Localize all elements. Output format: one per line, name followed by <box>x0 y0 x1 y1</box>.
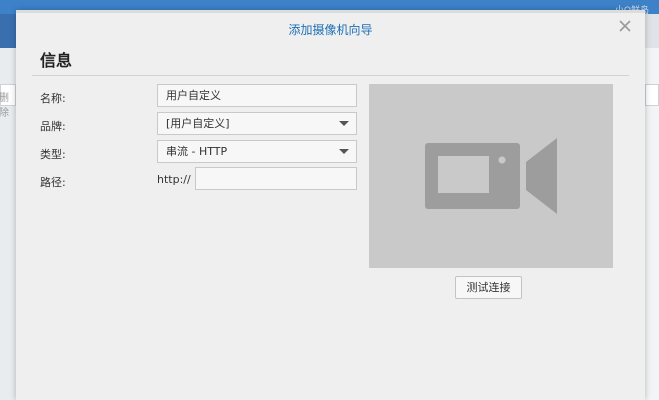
add-camera-wizard-dialog: 添加摄像机向导 信息 名称: 用户自定义 品牌: [用户自定义] 类型: 串流 … <box>16 10 645 400</box>
name-input[interactable]: 用户自定义 <box>157 84 357 107</box>
chevron-down-icon <box>339 149 349 154</box>
section-divider <box>32 75 629 76</box>
brand-select[interactable]: [用户自定义] <box>157 112 357 135</box>
app-right-field <box>645 84 659 106</box>
video-camera-icon <box>425 138 557 214</box>
name-label: 名称: <box>40 92 66 105</box>
type-select-value: 串流 - HTTP <box>166 145 228 158</box>
brand-select-value: [用户自定义] <box>166 117 230 130</box>
camera-preview <box>369 84 613 268</box>
dialog-top-border <box>16 10 645 13</box>
dialog-title: 添加摄像机向导 <box>288 23 373 37</box>
path-label: 路径: <box>40 176 66 189</box>
app-side-strip <box>0 14 16 48</box>
type-select[interactable]: 串流 - HTTP <box>157 140 357 163</box>
path-prefix: http:// <box>157 173 191 186</box>
path-input[interactable] <box>195 167 357 190</box>
close-button[interactable] <box>617 18 633 34</box>
close-icon <box>619 20 631 32</box>
test-connection-button[interactable]: 测试连接 <box>455 276 522 299</box>
app-search-hint: 删除 <box>0 93 9 119</box>
section-title: 信息 <box>40 51 73 70</box>
brand-label: 品牌: <box>40 120 66 133</box>
chevron-down-icon <box>339 121 349 126</box>
type-label: 类型: <box>40 148 66 161</box>
app-search-field: 删除 <box>0 84 16 119</box>
